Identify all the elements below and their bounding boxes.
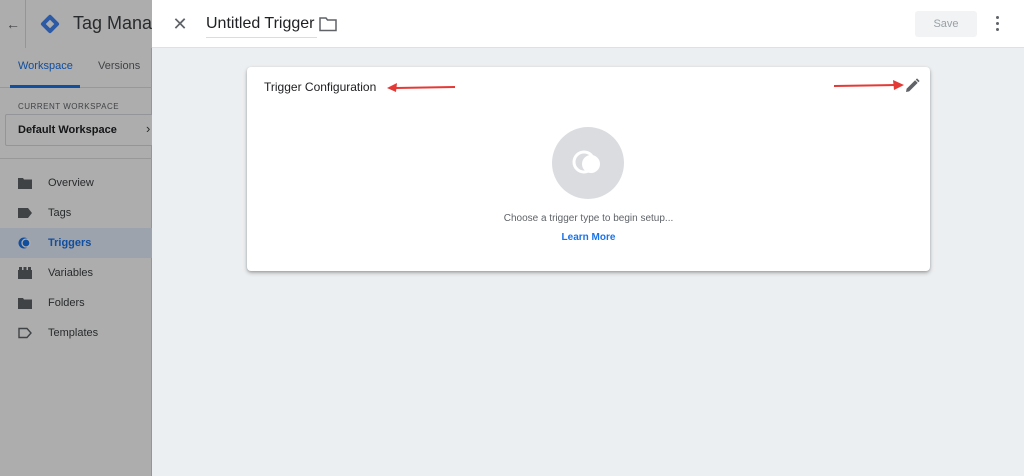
trigger-name-input[interactable]: Untitled Trigger (206, 12, 317, 38)
setup-prompt: Choose a trigger type to begin setup... (503, 213, 674, 224)
trigger-editor-panel: ✕ Untitled Trigger Save Trigger Configur… (152, 0, 1024, 476)
folder-icon[interactable] (319, 16, 337, 32)
annotation-arrow-edit (833, 80, 904, 90)
learn-more-link[interactable]: Learn More (247, 232, 930, 243)
more-vert-icon[interactable] (990, 13, 1004, 35)
trigger-configuration-card: Trigger Configuration Choose a trigger t… (247, 67, 930, 271)
panel-header: ✕ Untitled Trigger Save (152, 0, 1024, 48)
choose-trigger-type-button[interactable] (552, 127, 624, 199)
close-icon[interactable]: ✕ (170, 14, 190, 34)
modal-backdrop[interactable] (0, 0, 152, 476)
card-title: Trigger Configuration (264, 80, 377, 94)
save-button[interactable]: Save (915, 11, 977, 37)
pencil-icon[interactable] (904, 78, 920, 94)
trigger-type-icon (572, 150, 600, 174)
annotation-arrow-title (387, 83, 456, 92)
